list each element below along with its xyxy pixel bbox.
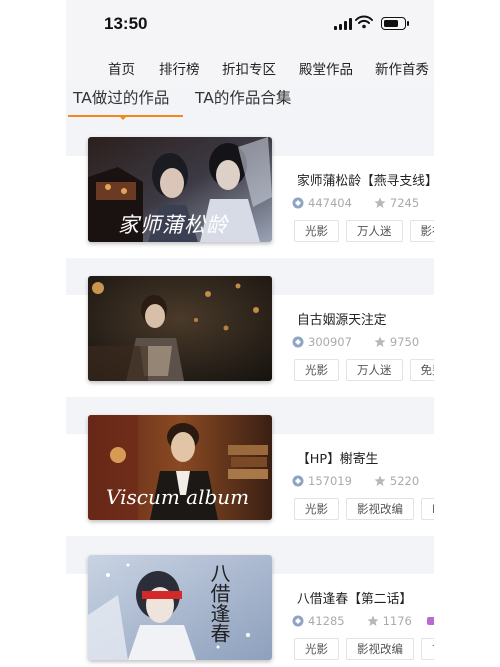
nav-item-discount[interactable]: 折扣专区 bbox=[222, 58, 276, 78]
battery-icon bbox=[381, 17, 406, 30]
stars-count: 5220 bbox=[389, 474, 420, 488]
work-stats: 447404 7245 bbox=[292, 196, 434, 210]
nav-item-hall-of-fame[interactable]: 殿堂作品 bbox=[299, 58, 353, 78]
views-icon bbox=[292, 615, 304, 627]
views-count: 447404 bbox=[308, 196, 352, 210]
views-icon bbox=[292, 336, 304, 348]
nav-item-new-debut[interactable]: 新作首秀 bbox=[375, 58, 429, 78]
stars-count: 9750 bbox=[389, 335, 420, 349]
wifi-icon bbox=[355, 15, 373, 29]
tag[interactable]: 光影 bbox=[294, 359, 339, 381]
sub-tabs: TA做过的作品 TA的作品合集 bbox=[66, 86, 434, 120]
tag-list: 光影 万人迷 影视 bbox=[294, 220, 434, 242]
tag[interactable]: 免费 bbox=[409, 359, 434, 381]
tag[interactable]: H bbox=[421, 498, 434, 520]
badge-icon bbox=[433, 198, 434, 208]
status-bar: 13:50 bbox=[66, 0, 434, 46]
tag-list: 光影 影视改编 H bbox=[294, 498, 434, 520]
badge-icon bbox=[426, 617, 434, 625]
top-nav: 首页 排行榜 折扣专区 殿堂作品 新作首秀 bbox=[66, 46, 434, 88]
tag-list: 光影 万人迷 免费 bbox=[294, 359, 434, 381]
tag[interactable]: 影视改编 bbox=[346, 638, 414, 660]
badge-icon bbox=[433, 476, 434, 486]
work-title[interactable]: 八借逢春【第二话】 bbox=[297, 588, 412, 607]
work-title[interactable]: 【HP】榭寄生 bbox=[297, 448, 378, 467]
work-title[interactable]: 家师蒲松龄【燕寻支线】 bbox=[297, 170, 434, 189]
star-icon bbox=[374, 336, 386, 347]
star-icon bbox=[374, 197, 386, 208]
cover-title-text: Viscum album bbox=[106, 485, 250, 509]
cover-title-text: 家师蒲松龄 bbox=[118, 213, 228, 237]
work-stats: 157019 5220 bbox=[292, 474, 434, 488]
cover-title-text: 八借逢春 bbox=[207, 563, 231, 643]
views-count: 300907 bbox=[308, 335, 352, 349]
star-icon bbox=[367, 615, 379, 626]
nav-item-ranking[interactable]: 排行榜 bbox=[159, 58, 200, 78]
phone-screen: 13:50 首页 排行榜 折扣专区 殿堂作品 新作首秀 TA做过的作品 TA的作… bbox=[66, 0, 434, 667]
work-stats: 41285 1176 bbox=[292, 614, 434, 628]
stars-count: 1176 bbox=[382, 614, 412, 628]
battery-cap bbox=[407, 21, 409, 26]
status-time: 13:50 bbox=[104, 14, 148, 33]
tag-list: 光影 影视改编 言 bbox=[294, 638, 434, 660]
work-stats: 300907 9750 bbox=[292, 335, 434, 349]
work-cover-image[interactable]: Viscum album bbox=[88, 415, 272, 520]
tag[interactable]: 影视 bbox=[409, 220, 434, 242]
views-icon bbox=[292, 475, 304, 487]
star-icon bbox=[374, 475, 386, 486]
tag[interactable]: 万人迷 bbox=[346, 359, 403, 381]
work-cover-image[interactable] bbox=[88, 276, 272, 381]
work-cover-image[interactable]: 八借逢春 bbox=[88, 555, 272, 660]
stars-count: 7245 bbox=[389, 196, 420, 210]
work-title[interactable]: 自古姻源天注定 bbox=[297, 309, 387, 328]
tag[interactable]: 光影 bbox=[294, 220, 339, 242]
nav-item-home[interactable]: 首页 bbox=[108, 58, 135, 78]
tag[interactable]: 光影 bbox=[294, 498, 339, 520]
tag[interactable]: 万人迷 bbox=[346, 220, 403, 242]
badge-icon bbox=[433, 337, 434, 347]
views-count: 157019 bbox=[308, 474, 352, 488]
cellular-signal-icon bbox=[334, 18, 352, 30]
work-cover-image[interactable]: 家师蒲松龄 bbox=[88, 137, 272, 242]
tag[interactable]: 光影 bbox=[294, 638, 339, 660]
active-tab-caret bbox=[118, 115, 128, 120]
tag[interactable]: 影视改编 bbox=[346, 498, 414, 520]
tag[interactable]: 言 bbox=[421, 638, 434, 660]
views-count: 41285 bbox=[308, 614, 345, 628]
tab-works-made[interactable]: TA做过的作品 bbox=[73, 86, 169, 108]
views-icon bbox=[292, 197, 304, 209]
tab-collections[interactable]: TA的作品合集 bbox=[195, 86, 291, 108]
